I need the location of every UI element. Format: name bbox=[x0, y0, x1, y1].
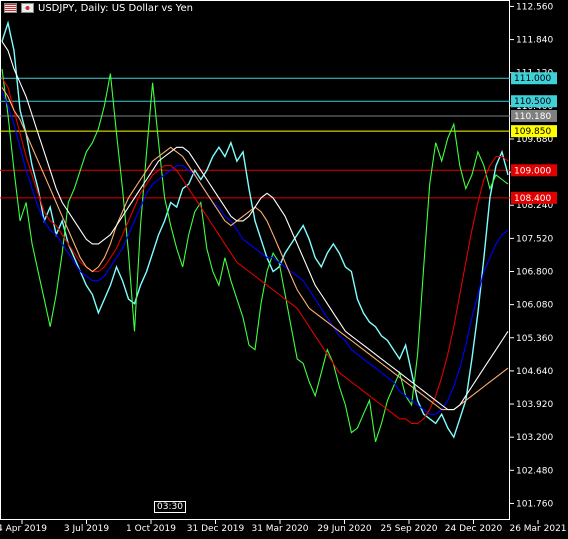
x-tick-label: 3 Jul 2019 bbox=[64, 524, 109, 534]
price-chart[interactable]: 112.560111.840111.120110.400109.680108.9… bbox=[0, 0, 568, 539]
level-tag-label: 111.000 bbox=[514, 74, 551, 84]
x-tick-label: 31 Dec 2019 bbox=[187, 524, 245, 534]
x-tick-label: 24 Dec 2020 bbox=[445, 524, 503, 534]
level-tag-label: 110.500 bbox=[514, 97, 551, 107]
series-line bbox=[1, 20, 509, 439]
y-tick-label: 104.640 bbox=[516, 367, 553, 377]
x-tick-label: 29 Jun 2020 bbox=[317, 524, 371, 534]
horizontal-level-lines[interactable] bbox=[0, 77, 510, 199]
y-tick-label: 106.080 bbox=[516, 301, 553, 311]
y-tick-label: 105.360 bbox=[516, 334, 553, 344]
y-tick-label: 103.920 bbox=[516, 400, 553, 410]
level-tag-label: 109.850 bbox=[514, 127, 551, 137]
series-line bbox=[1, 41, 509, 411]
x-tick-label: 26 Mar 2021 bbox=[509, 524, 566, 534]
time-axis: 4 Apr 2019 3 Jul 2019 1 Oct 2019 31 Dec 201… bbox=[0, 520, 567, 534]
level-tag-label: 110.180 bbox=[514, 112, 551, 122]
series-line bbox=[1, 68, 509, 442]
y-tick-label: 112.560 bbox=[516, 2, 553, 12]
x-tick-label: 4 Apr 2019 bbox=[0, 524, 47, 534]
y-tick-label: 102.480 bbox=[516, 466, 553, 476]
y-tick-label: 103.200 bbox=[516, 433, 553, 443]
y-tick-label: 101.760 bbox=[516, 499, 553, 509]
x-tick-label: 1 Oct 2019 bbox=[126, 524, 176, 534]
series-line bbox=[1, 77, 509, 424]
y-tick-label: 107.520 bbox=[516, 234, 553, 244]
y-tick-label: 106.800 bbox=[516, 268, 553, 278]
y-tick-label: 111.840 bbox=[516, 36, 553, 46]
x-tick-label: 25 Sep 2020 bbox=[380, 524, 437, 534]
x-tick-label: 31 Mar 2020 bbox=[251, 524, 308, 534]
series-layer bbox=[1, 20, 509, 442]
cursor-time-label: 03:30 bbox=[154, 501, 186, 513]
level-tag-label: 109.000 bbox=[514, 166, 551, 176]
level-tag-label: 108.400 bbox=[514, 194, 551, 204]
